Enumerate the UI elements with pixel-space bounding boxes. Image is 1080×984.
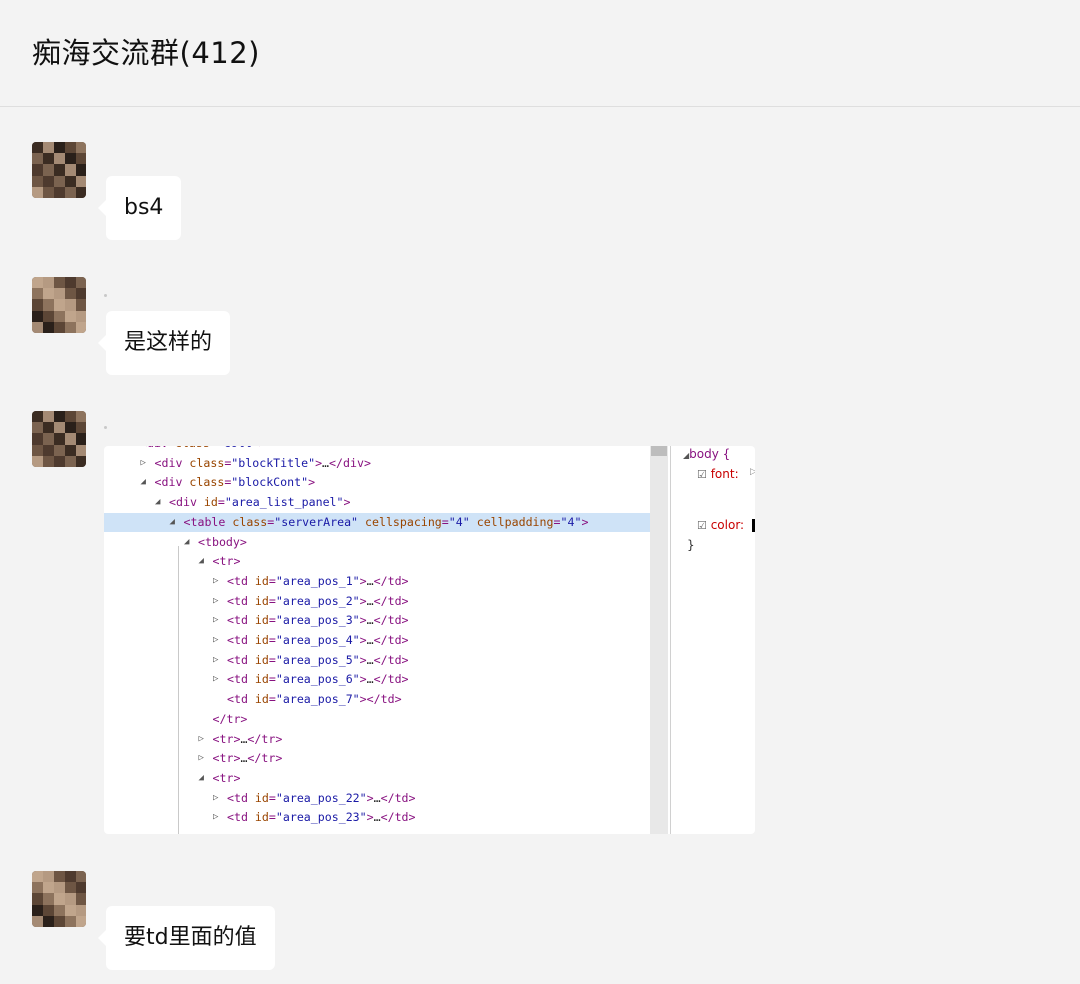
triangle-right-icon[interactable]: ▷ (213, 789, 218, 809)
triangle-right-icon[interactable]: ▷ (213, 631, 218, 651)
dom-node-line[interactable]: ▷ <td id="area_pos_23">…</td> (104, 808, 650, 828)
triangle-down-icon[interactable]: ◢ (170, 513, 175, 533)
styles-selector-text: body { (689, 447, 731, 461)
dom-node-line[interactable]: ▷ <td id="area_pos_5">…</td> (104, 651, 650, 671)
dom-node-line[interactable]: ▷ <td id="area_pos_2">…</td> (104, 592, 650, 612)
dom-node-code: <div class="blockCont"> (154, 475, 316, 490)
style-prop-font[interactable]: ☑ font: ▷ (697, 467, 755, 481)
dom-node-line[interactable]: ▷ <td id="area_pos_1">…</td> (104, 572, 650, 592)
dom-node-code: <tr> (212, 770, 241, 785)
sender-name-placeholder (104, 426, 107, 429)
elements-panel: ◢<div class="coll">▷<div class="blockTit… (104, 446, 650, 834)
triangle-down-icon[interactable]: ◢ (155, 493, 160, 513)
dom-node-code: <tbody> (198, 534, 247, 549)
dom-node-line[interactable]: ▷ <tr>…</tr> (104, 749, 650, 769)
avatar[interactable] (32, 871, 86, 927)
dom-node-line[interactable]: ◢ <tr> (104, 552, 650, 572)
triangle-right-icon[interactable]: ▷ (213, 611, 218, 631)
dom-node-code: </tr> (212, 711, 248, 726)
devtools-screenshot-image[interactable]: ◢<div class="coll">▷<div class="blockTit… (104, 446, 755, 834)
checkbox-icon[interactable]: ☑ (697, 468, 707, 481)
dom-node-code: <table class="serverArea" cellspacing="4… (183, 514, 589, 529)
triangle-down-icon[interactable]: ◢ (199, 769, 204, 789)
dom-node-line[interactable]: ◢ <div id="area_list_panel"> (104, 493, 650, 513)
dom-node-line[interactable]: ▷ <div class="blockTitle">…</div> (104, 454, 650, 474)
triangle-down-icon[interactable]: ◢ (141, 473, 146, 493)
dom-node-line[interactable]: ◢ <div class="blockCont"> (104, 473, 650, 493)
dom-node-code: <tr>…</tr> (212, 751, 283, 766)
dom-node-code: <td id="area_pos_1">…</td> (227, 573, 409, 588)
dom-node-code: <td id="area_pos_3">…</td> (227, 613, 409, 628)
styles-pane: ◢body { ☑ font: ▷ ☑ color: } (670, 446, 755, 834)
dom-node-code: <td id="area_pos_4">…</td> (227, 633, 409, 647)
avatar[interactable] (32, 142, 86, 198)
dom-node-line[interactable]: ◢ <table class="serverArea" cellspacing="… (104, 512, 650, 533)
triangle-right-icon[interactable]: ▷ (199, 749, 204, 769)
dom-node-line[interactable]: ▷ <td id="area_pos_6">…</td> (104, 670, 650, 690)
dom-node-code: <td id="area_pos_23">…</td> (227, 810, 416, 825)
dom-node-line[interactable]: ◢ <tr> (104, 769, 650, 789)
sender-name-placeholder (104, 294, 107, 297)
dom-node-line[interactable]: </tr> (104, 710, 650, 730)
triangle-right-icon[interactable]: ▷ (199, 730, 204, 750)
dom-node-code: <td id="area_pos_6">…</td> (227, 672, 409, 687)
dom-node-code: <div class="coll"> (140, 446, 266, 454)
triangle-down-icon[interactable]: ◢ (184, 533, 189, 553)
checkbox-icon[interactable]: ☑ (697, 519, 707, 532)
dom-node-code: <td id="area_pos_5">…</td> (227, 652, 409, 667)
avatar[interactable] (32, 411, 86, 467)
triangle-right-icon[interactable]: ▷ (213, 651, 218, 671)
triangle-right-icon[interactable]: ▷ (213, 572, 218, 592)
dom-node-code: <div class="blockTitle">…</div> (154, 455, 371, 470)
dom-node-code: <div id="area_list_panel"> (169, 495, 351, 510)
dom-node-code: <tr>…</tr> (212, 731, 283, 746)
style-prop-color[interactable]: ☑ color: (697, 518, 755, 532)
dom-node-code: <td id="area_pos_2">…</td> (227, 593, 409, 608)
dom-node-line[interactable]: ▷ <tr>…</tr> (104, 730, 650, 750)
dom-node-line[interactable]: ▷ <td id="area_pos_3">…</td> (104, 611, 650, 631)
dom-node-code: <td id="area_pos_7"></td> (227, 692, 402, 707)
dom-node-line[interactable]: ▷ <td id="area_pos_4">…</td> (104, 631, 650, 651)
dom-node-line[interactable]: ◢ <div class="coll"> (104, 446, 650, 454)
dom-node-line[interactable]: ◢ <tbody> (104, 533, 650, 553)
chat-header: 痴海交流群(412) (0, 0, 1080, 107)
triangle-right-icon[interactable]: ▷ (213, 670, 218, 690)
triangle-right-icon[interactable]: ▷ (213, 808, 218, 828)
avatar[interactable] (32, 277, 86, 333)
expand-arrow-icon[interactable]: ▷ (750, 467, 755, 477)
dom-node-code: <tr> (212, 554, 241, 569)
triangle-right-icon[interactable]: ▷ (141, 454, 146, 474)
dom-node-line[interactable]: <td id="area_pos_7"></td> (104, 690, 650, 710)
message-bubble: 要td里面的值 (98, 906, 275, 970)
dom-node-code: <td id="area_pos_22">…</td> (227, 790, 416, 805)
dom-node-line[interactable]: ▷ <td id="area_pos_22">…</td> (104, 789, 650, 809)
scrollbar-thumb[interactable] (651, 446, 667, 456)
styles-close-brace: } (687, 538, 695, 552)
triangle-right-icon[interactable]: ▷ (213, 592, 218, 612)
chat-title: 痴海交流群(412) (32, 36, 260, 70)
message-bubble: 是这样的 (97, 311, 231, 375)
message-bubble: bs4 (97, 176, 182, 240)
triangle-down-icon[interactable]: ◢ (199, 552, 204, 572)
color-swatch[interactable] (752, 519, 755, 532)
scrollbar[interactable] (650, 446, 668, 834)
triangle-down-icon[interactable]: ◢ (126, 446, 131, 454)
styles-selector: ◢body { (683, 447, 730, 461)
